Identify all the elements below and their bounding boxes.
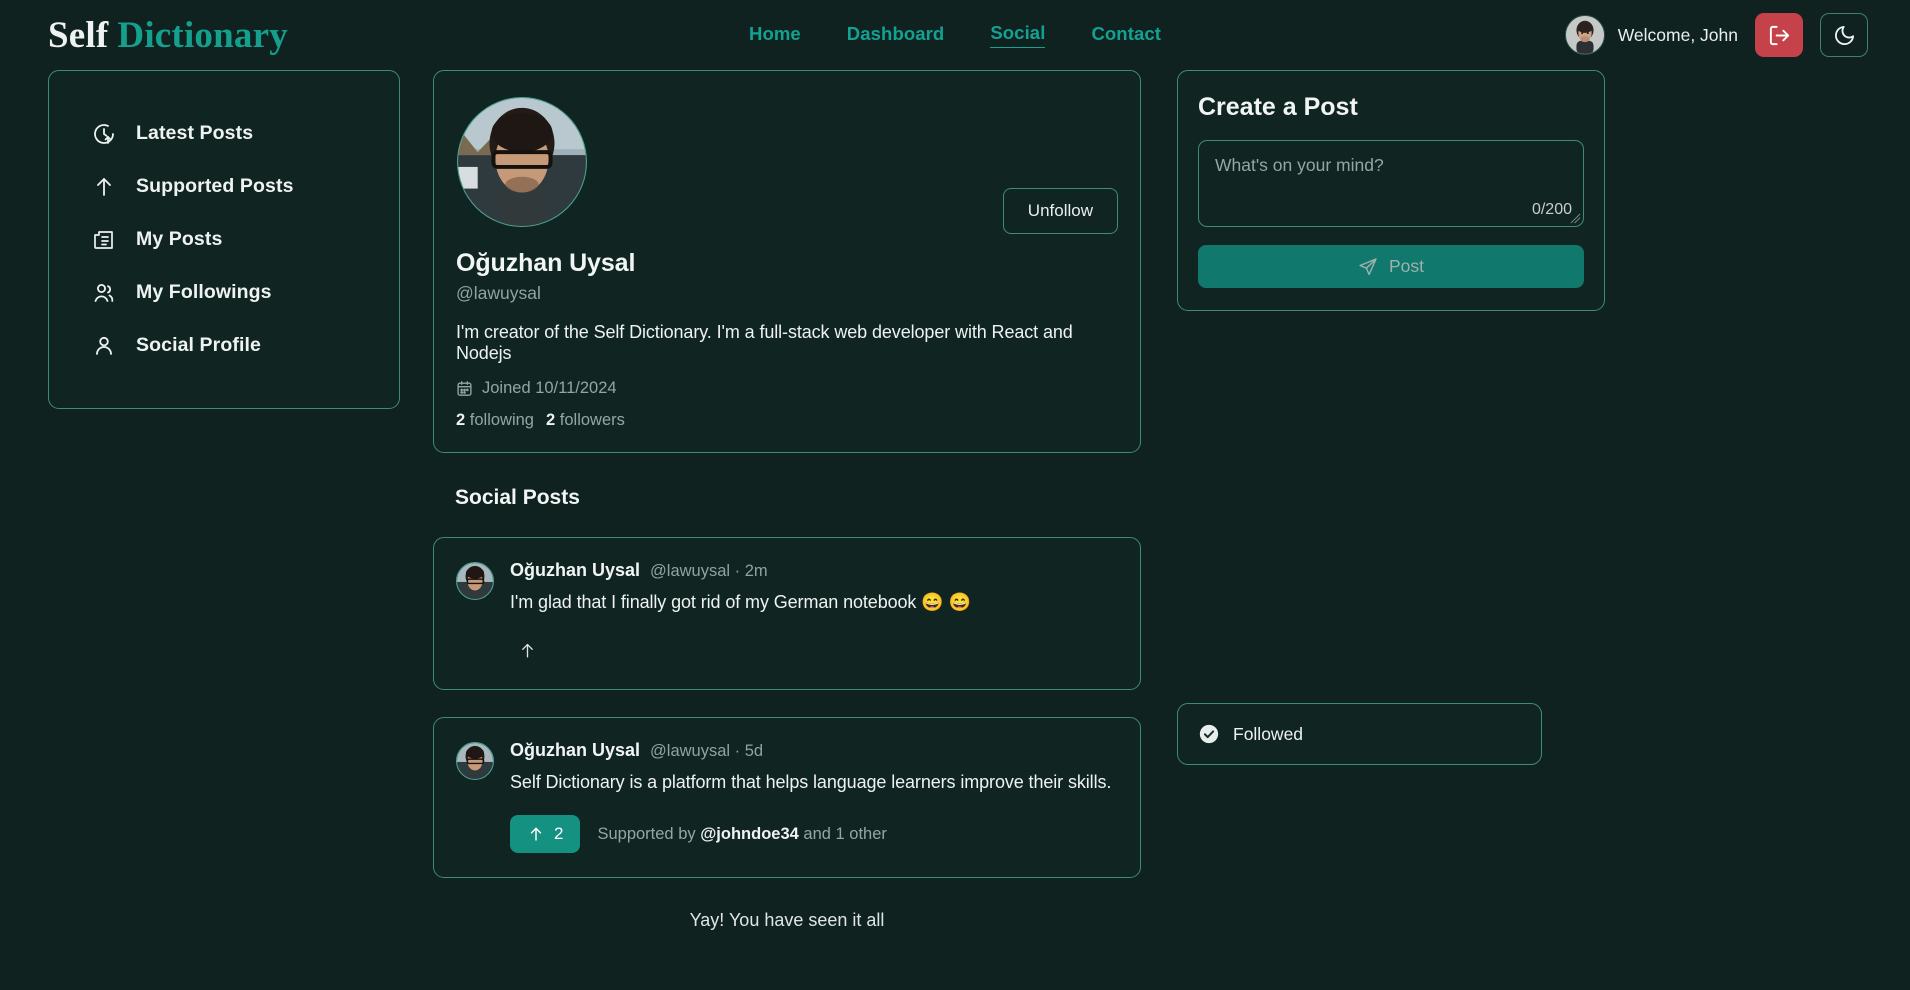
submit-post-button[interactable]: Post <box>1198 245 1584 288</box>
followers-label: followers <box>559 411 625 429</box>
feed-title: Social Posts <box>455 486 580 509</box>
support-button[interactable] <box>510 635 544 665</box>
post-meta: @lawuysal · 5d <box>650 742 764 760</box>
profile-avatar <box>457 97 587 227</box>
header-actions: Welcome, John <box>1564 13 1868 57</box>
sidebar: Latest Posts Supported Posts My Posts My… <box>48 70 400 409</box>
create-post-textarea[interactable] <box>1199 141 1583 226</box>
followers-count: 2 <box>546 411 556 429</box>
avatar <box>1564 15 1605 55</box>
profile-stats: 2 following 2 followers <box>456 411 1116 430</box>
right-column: Create a Post 0/200 Post <box>1177 70 1605 765</box>
user-icon <box>91 333 116 358</box>
main-nav: Home Dashboard Social Contact <box>749 22 1161 48</box>
brand-logo[interactable]: Self Dictionary <box>48 14 288 57</box>
profile-handle: @lawuysal <box>456 283 541 303</box>
create-post-title: Create a Post <box>1198 93 1358 121</box>
arrow-up-icon <box>91 174 116 199</box>
sidebar-item-label: Social Profile <box>136 334 261 356</box>
logout-icon <box>1769 25 1789 45</box>
post-actions: 2 Supported by @johndoe34 and 1 other <box>510 815 1116 853</box>
post-meta: @lawuysal · 2m <box>650 562 768 580</box>
nav-item-contact[interactable]: Contact <box>1091 23 1161 48</box>
submit-post-label: Post <box>1388 256 1425 276</box>
sidebar-item-latest-posts[interactable]: Latest Posts <box>49 107 399 160</box>
post-author-name[interactable]: Oğuzhan Uysal <box>510 560 640 581</box>
post-text: I'm glad that I finally got rid of my Ge… <box>510 592 971 612</box>
profile-avatar-illustration <box>458 98 586 226</box>
check-circle-icon <box>1199 724 1219 744</box>
newspaper-icon <box>91 227 116 252</box>
user-chip[interactable]: Welcome, John <box>1564 15 1738 55</box>
post-header: Oğuzhan Uysal @lawuysal · 2m <box>510 560 1116 581</box>
toast-notification[interactable]: Followed <box>1177 703 1542 765</box>
theme-toggle-button[interactable] <box>1820 13 1868 57</box>
welcome-text: Welcome, John <box>1617 24 1738 45</box>
arrow-up-icon <box>521 643 533 658</box>
sidebar-item-label: My Followings <box>136 281 272 303</box>
logout-button[interactable] <box>1755 13 1803 57</box>
sidebar-item-social-profile[interactable]: Social Profile <box>49 319 399 372</box>
post-body: Oğuzhan Uysal @lawuysal · 2m I'm glad th… <box>510 560 1116 665</box>
sidebar-item-supported-posts[interactable]: Supported Posts <box>49 160 399 213</box>
supported-by-suffix: and 1 other <box>798 824 887 843</box>
calendar-icon <box>457 381 472 396</box>
profile-joined: Joined 10/11/2024 <box>456 379 1116 398</box>
following-count: 2 <box>456 411 466 429</box>
character-counter: 0/200 <box>1531 201 1572 218</box>
sidebar-item-label: My Posts <box>136 228 223 250</box>
nav-item-social[interactable]: Social <box>990 22 1046 48</box>
profile-bio: I'm creator of the Self Dictionary. I'm … <box>456 322 1073 363</box>
post-avatar-illustration <box>457 743 493 779</box>
post-avatar[interactable] <box>456 742 494 780</box>
supported-by: Supported by @johndoe34 and 1 other <box>597 825 886 844</box>
create-post-card: Create a Post 0/200 Post <box>1177 70 1605 311</box>
profile-name: Oğuzhan Uysal <box>456 249 636 277</box>
supported-by-prefix: Supported by <box>597 824 701 843</box>
post-text: Self Dictionary is a platform that helps… <box>510 772 1112 792</box>
brand-word-1: Self <box>48 14 109 56</box>
supported-by-user[interactable]: @johndoe34 <box>700 825 799 843</box>
page-layout: Latest Posts Supported Posts My Posts My… <box>0 70 1910 931</box>
toast-label: Followed <box>1233 723 1304 744</box>
support-count: 2 <box>554 824 564 843</box>
brand-word-2: Dictionary <box>117 14 288 56</box>
sidebar-item-my-posts[interactable]: My Posts <box>49 213 399 266</box>
unfollow-button[interactable]: Unfollow <box>1002 188 1118 234</box>
main-column: Unfollow Oğuzhan Uysal @lawuysal I'm cre… <box>433 70 1141 931</box>
nav-item-home[interactable]: Home <box>749 23 801 48</box>
support-button[interactable]: 2 <box>510 815 581 853</box>
post-avatar-illustration <box>457 563 493 599</box>
moon-icon <box>1834 25 1854 45</box>
post-avatar[interactable] <box>456 562 494 600</box>
post-author-name[interactable]: Oğuzhan Uysal <box>510 740 640 761</box>
sidebar-item-label: Supported Posts <box>136 175 294 197</box>
post-actions <box>510 635 1116 665</box>
post-item: Oğuzhan Uysal @lawuysal · 5d Self Dictio… <box>433 717 1141 878</box>
app-header: Self Dictionary Home Dashboard Social Con… <box>0 0 1910 70</box>
sidebar-item-my-followings[interactable]: My Followings <box>49 266 399 319</box>
profile-joined-text: Joined 10/11/2024 <box>482 379 617 397</box>
nav-item-dashboard[interactable]: Dashboard <box>847 23 945 48</box>
sidebar-item-label: Latest Posts <box>136 122 254 144</box>
avatar-illustration <box>1565 16 1604 54</box>
arrow-up-icon <box>530 827 542 841</box>
profile-card: Unfollow Oğuzhan Uysal @lawuysal I'm cre… <box>433 70 1141 453</box>
following-label: following <box>469 411 534 429</box>
send-icon <box>1359 257 1377 275</box>
users-icon <box>91 280 116 305</box>
feed-end-message: Yay! You have seen it all <box>689 910 885 930</box>
post-header: Oğuzhan Uysal @lawuysal · 5d <box>510 740 1116 761</box>
create-post-input-wrap: 0/200 <box>1198 140 1584 227</box>
post-body: Oğuzhan Uysal @lawuysal · 5d Self Dictio… <box>510 740 1116 853</box>
post-item: Oğuzhan Uysal @lawuysal · 2m I'm glad th… <box>433 537 1141 690</box>
clock-arrow-up-icon <box>91 121 116 146</box>
